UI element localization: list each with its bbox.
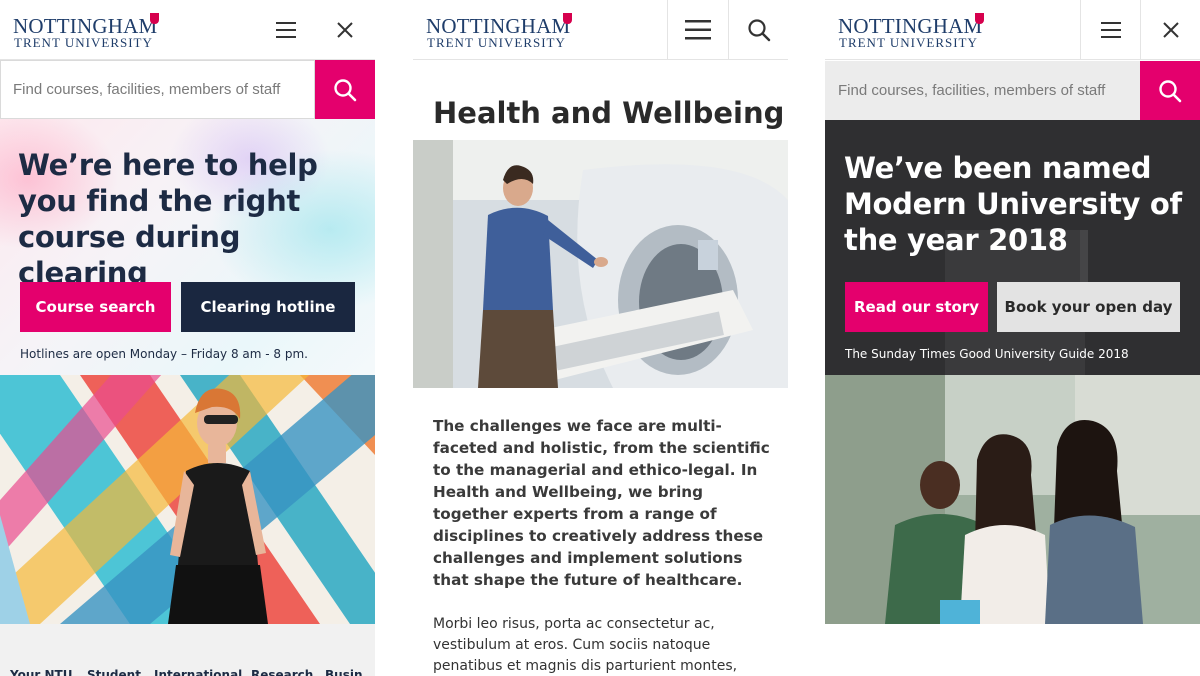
menu-button[interactable] xyxy=(256,0,316,60)
search-bar: Find courses, facilities, members of sta… xyxy=(825,61,1200,120)
menu-button[interactable] xyxy=(1080,0,1140,60)
nav-item-business[interactable]: Busin xyxy=(325,668,363,676)
close-icon xyxy=(1162,22,1179,38)
header: NOTTINGHAM TRENT UNIVERSITY xyxy=(825,0,1200,60)
ntu-logo[interactable]: NOTTINGHAM TRENT UNIVERSITY xyxy=(426,13,586,50)
close-button[interactable] xyxy=(1140,0,1200,60)
crest-icon xyxy=(150,13,159,24)
hamburger-icon xyxy=(1100,22,1121,38)
search-input[interactable]: Find courses, facilities, members of sta… xyxy=(825,61,1140,120)
crest-icon xyxy=(975,13,984,24)
search-input[interactable]: Find courses, facilities, members of sta… xyxy=(0,60,315,119)
crest-icon xyxy=(563,13,572,24)
header: NOTTINGHAM TRENT UNIVERSITY xyxy=(0,0,375,60)
nav-item-research[interactable]: Research xyxy=(251,668,313,676)
clearing-hero: We’re here to help you find the right co… xyxy=(0,119,375,375)
close-button[interactable] xyxy=(315,0,375,60)
ntu-logo[interactable]: NOTTINGHAM TRENT UNIVERSITY xyxy=(13,13,173,50)
student-mural-photo xyxy=(0,375,375,624)
mri-scanner-photo xyxy=(413,140,788,388)
panel-clearing: NOTTINGHAM TRENT UNIVERSITY Find courses… xyxy=(0,0,375,676)
search-icon xyxy=(334,78,357,101)
search-icon xyxy=(747,19,770,42)
read-our-story-button[interactable]: Read our story xyxy=(845,282,988,332)
search-submit-button[interactable] xyxy=(315,60,375,119)
header: NOTTINGHAM TRENT UNIVERSITY xyxy=(413,0,788,60)
hero-title: We’ve been named Modern University of th… xyxy=(844,151,1182,257)
logo-line-2: TRENT UNIVERSITY xyxy=(14,35,153,50)
search-icon xyxy=(1159,79,1182,102)
logo-line-2: TRENT UNIVERSITY xyxy=(427,35,566,50)
ntu-logo[interactable]: NOTTINGHAM TRENT UNIVERSITY xyxy=(838,13,998,50)
menu-button[interactable] xyxy=(667,0,727,60)
close-icon xyxy=(337,22,353,38)
hotline-hours-note: Hotlines are open Monday – Friday 8 am -… xyxy=(20,347,308,361)
panel-health-wellbeing: NOTTINGHAM TRENT UNIVERSITY Health and W… xyxy=(413,0,788,676)
body-paragraph: Morbi leo risus, porta ac consectetur ac… xyxy=(433,616,738,674)
students-laughing-photo xyxy=(825,375,1200,624)
book-open-day-button[interactable]: Book your open day xyxy=(997,282,1180,332)
award-hero: We’ve been named Modern University of th… xyxy=(825,120,1200,375)
intro-paragraph: The challenges we face are multi-faceted… xyxy=(433,417,770,589)
clearing-hotline-button[interactable]: Clearing hotline xyxy=(181,282,355,332)
hamburger-icon xyxy=(684,20,711,40)
panel-modern-university: NOTTINGHAM TRENT UNIVERSITY Find courses… xyxy=(825,0,1200,676)
course-search-button[interactable]: Course search xyxy=(20,282,171,332)
nav-item-international[interactable]: International xyxy=(154,668,242,676)
search-bar: Find courses, facilities, members of sta… xyxy=(0,60,375,119)
hamburger-icon xyxy=(276,22,296,38)
search-toggle-button[interactable] xyxy=(728,0,788,60)
hero-title: We’re here to help you find the right co… xyxy=(18,148,318,290)
section-nav: Your NTU Student International Research … xyxy=(0,624,375,676)
award-source-note: The Sunday Times Good University Guide 2… xyxy=(845,347,1129,361)
logo-line-2: TRENT UNIVERSITY xyxy=(839,35,978,50)
page-title: Health and Wellbeing xyxy=(433,96,785,130)
search-submit-button[interactable] xyxy=(1140,61,1200,120)
nav-item-your-ntu[interactable]: Your NTU xyxy=(10,668,72,676)
nav-item-student[interactable]: Student xyxy=(87,668,141,676)
